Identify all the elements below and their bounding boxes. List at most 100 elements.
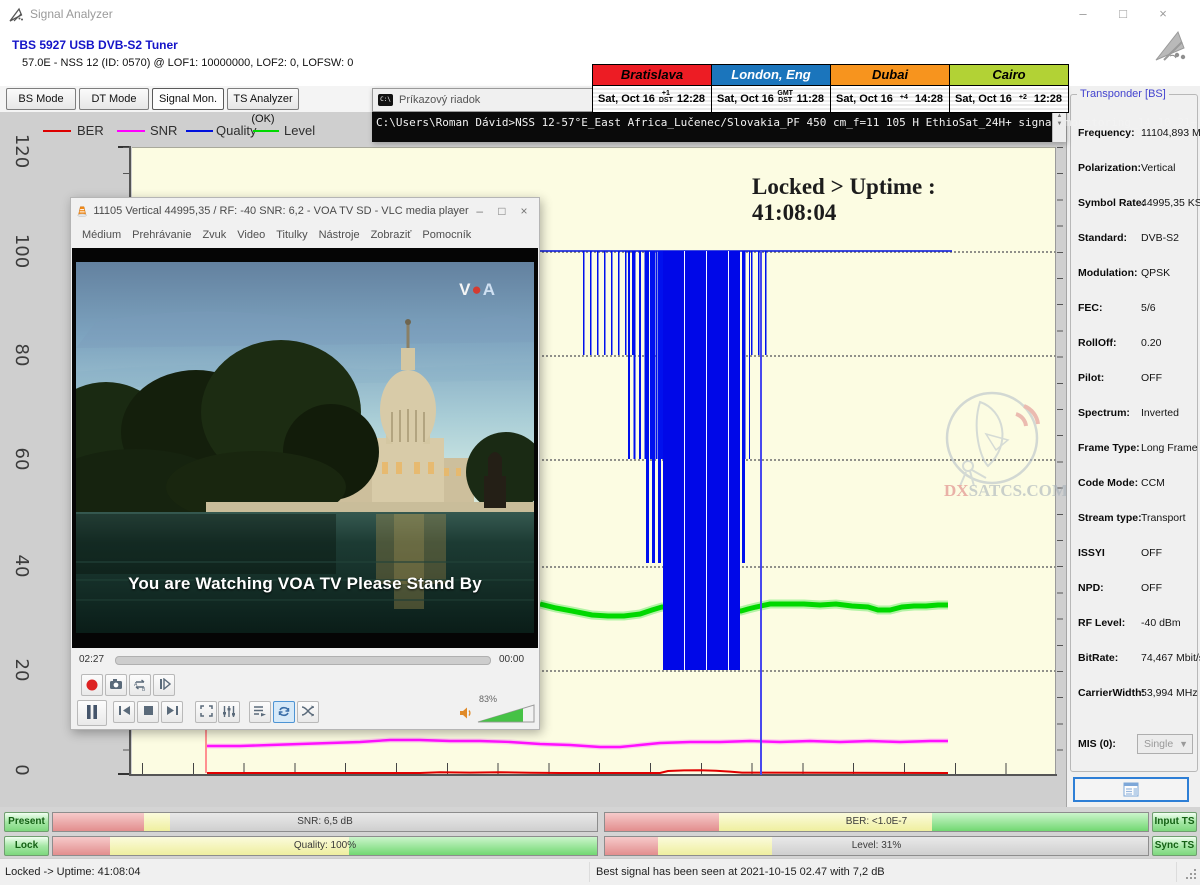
statusbar-best-signal: Best signal has been seen at 2021-10-15 … bbox=[596, 866, 885, 878]
tuner-title: TBS 5927 USB DVB-S2 Tuner bbox=[12, 38, 178, 52]
vlc-elapsed-time: 02:27 bbox=[79, 654, 104, 665]
legend-swatch-snr bbox=[117, 130, 145, 132]
frame-by-frame-button[interactable] bbox=[153, 674, 175, 696]
legend-label-ber: BER bbox=[77, 123, 104, 138]
lock-indicator: Lock bbox=[4, 836, 49, 856]
row-label: Pilot: bbox=[1078, 372, 1104, 384]
equalizer-button[interactable] bbox=[218, 701, 240, 723]
vlc-seek-row: 02:27 00:00 bbox=[71, 650, 539, 670]
vlc-window: 11105 Vertical 44995,35 / RF: -40 SNR: 6… bbox=[70, 197, 540, 730]
mis-dropdown[interactable]: Single ▼ bbox=[1137, 734, 1193, 754]
row-value: Vertical bbox=[1141, 162, 1175, 174]
dt-mode-button[interactable]: DT Mode bbox=[79, 88, 149, 110]
row-value: -40 dBm bbox=[1141, 617, 1181, 629]
menu-tools[interactable]: Nástroje bbox=[319, 229, 360, 241]
transponder-groupbox: Transponder [BS] Frequency:11104,893 MHz… bbox=[1070, 94, 1198, 772]
vlc-minimize-button[interactable]: – bbox=[469, 204, 491, 218]
row-label: RollOff: bbox=[1078, 337, 1117, 349]
window-title: Signal Analyzer bbox=[30, 7, 113, 21]
signal-analyzer-window: Signal Analyzer – □ × TBS 5927 USB DVB-S… bbox=[0, 0, 1200, 885]
scroll-down-icon[interactable]: ▼ bbox=[1057, 121, 1063, 127]
row-label: CarrierWidth: bbox=[1078, 687, 1145, 699]
ts-record-button[interactable] bbox=[1073, 777, 1189, 802]
scroll-up-icon[interactable]: ▲ bbox=[1057, 113, 1063, 119]
present-indicator: Present bbox=[4, 812, 49, 832]
menu-playback[interactable]: Prehrávanie bbox=[132, 229, 191, 241]
signal-status-panel: Present SNR: 6,5 dB BER: <1.0E-7 Input T… bbox=[0, 807, 1200, 858]
next-button[interactable] bbox=[161, 701, 183, 723]
cmd-body: C:\Users\Roman Dávid>NSS 12-57°E_East Af… bbox=[372, 112, 1066, 142]
statusbar-separator bbox=[1176, 862, 1177, 882]
fullscreen-button[interactable] bbox=[195, 701, 217, 723]
clock-date: Sat, Oct 16 bbox=[836, 93, 893, 105]
clock-time: 12:28 bbox=[1034, 93, 1062, 105]
vlc-video-area[interactable]: V●A You are Watching VOA TV Please Stand… bbox=[72, 248, 538, 648]
clock-time: 11:28 bbox=[796, 93, 824, 105]
clock-city: Dubai bbox=[831, 65, 949, 86]
record-button[interactable] bbox=[81, 674, 103, 696]
vlc-maximize-button[interactable]: □ bbox=[491, 204, 513, 218]
bs-mode-button[interactable]: BS Mode bbox=[6, 88, 76, 110]
stop-button[interactable] bbox=[137, 701, 159, 723]
playlist-button[interactable] bbox=[249, 701, 271, 723]
y-label-100: 100 bbox=[11, 231, 31, 271]
y-label-60: 60 bbox=[11, 439, 31, 479]
vlc-seek-slider[interactable] bbox=[115, 656, 491, 665]
menu-video[interactable]: Video bbox=[237, 229, 265, 241]
snapshot-button[interactable] bbox=[105, 674, 127, 696]
vlc-title: 11105 Vertical 44995,35 / RF: -40 SNR: 6… bbox=[93, 205, 468, 217]
row-value: Inverted bbox=[1141, 407, 1179, 419]
loop-button[interactable] bbox=[273, 701, 295, 723]
pause-button[interactable] bbox=[77, 700, 107, 726]
y-label-20: 20 bbox=[11, 650, 31, 690]
cmd-scrollbar[interactable]: ▲ ▼ bbox=[1052, 112, 1066, 142]
menu-audio[interactable]: Zvuk bbox=[202, 229, 226, 241]
clock-city: Cairo bbox=[950, 65, 1068, 86]
clock-london: London, Eng Sat, Oct 16 GMTDST 11:28 bbox=[711, 64, 831, 113]
ber-trace bbox=[207, 770, 948, 773]
minimize-button[interactable]: – bbox=[1066, 4, 1100, 24]
level-bar-text: Level: 31% bbox=[605, 837, 1148, 855]
row-value: QPSK bbox=[1141, 267, 1170, 279]
y-label-120: 120 bbox=[11, 131, 31, 171]
row-value: CCM bbox=[1141, 477, 1165, 489]
row-label: Spectrum: bbox=[1078, 407, 1130, 419]
mis-label: MIS (0): bbox=[1078, 738, 1116, 750]
row-value: OFF bbox=[1141, 547, 1162, 559]
cmd-command-line: C:\Users\Roman Dávid>NSS 12-57°E_East Af… bbox=[376, 116, 1197, 129]
statusbar: Locked -> Uptime: 41:08:04 Best signal h… bbox=[0, 858, 1200, 885]
speaker-icon[interactable] bbox=[459, 706, 473, 720]
statusbar-lock-uptime: Locked -> Uptime: 41:08:04 bbox=[5, 866, 140, 878]
random-button[interactable] bbox=[297, 701, 319, 723]
menu-help[interactable]: Pomocník bbox=[422, 229, 471, 241]
previous-button[interactable] bbox=[113, 701, 135, 723]
voa-logo: V●A bbox=[459, 280, 496, 300]
ts-list-icon bbox=[1123, 782, 1139, 797]
app-icon bbox=[8, 6, 25, 23]
row-label: Code Mode: bbox=[1078, 477, 1138, 489]
chevron-down-icon: ▼ bbox=[1179, 735, 1188, 753]
vlc-titlebar[interactable]: 11105 Vertical 44995,35 / RF: -40 SNR: 6… bbox=[71, 198, 539, 224]
maximize-button[interactable]: □ bbox=[1106, 4, 1140, 24]
ber-bar-text: BER: <1.0E-7 bbox=[605, 813, 1148, 831]
menu-medium[interactable]: Médium bbox=[82, 229, 121, 241]
titlebar[interactable]: Signal Analyzer – □ × bbox=[0, 0, 1200, 28]
close-button[interactable]: × bbox=[1146, 4, 1180, 24]
ab-loop-button[interactable]: AB bbox=[129, 674, 151, 696]
signal-mon-button[interactable]: Signal Mon. bbox=[152, 88, 224, 110]
ts-analyzer-button[interactable]: TS Analyzer (OK) bbox=[227, 88, 299, 110]
legend-label-level: Level bbox=[284, 123, 315, 138]
clock-date: Sat, Oct 16 bbox=[598, 93, 655, 105]
resize-grip[interactable] bbox=[1186, 869, 1197, 880]
locked-uptime-overlay: Locked > Uptime : 41:08:04 bbox=[752, 174, 1012, 226]
vlc-cone-icon bbox=[77, 204, 87, 219]
row-value: 74,467 Mbit/s bbox=[1141, 652, 1200, 664]
menu-view[interactable]: Zobraziť bbox=[371, 229, 412, 241]
snr-bar: SNR: 6,5 dB bbox=[52, 812, 598, 832]
volume-slider[interactable] bbox=[477, 704, 535, 723]
legend-label-snr: SNR bbox=[150, 123, 177, 138]
vlc-menubar: Médium Prehrávanie Zvuk Video Titulky Ná… bbox=[71, 224, 539, 246]
vlc-close-button[interactable]: × bbox=[513, 204, 535, 218]
menu-subtitles[interactable]: Titulky bbox=[276, 229, 307, 241]
vlc-total-time: 00:00 bbox=[499, 654, 524, 665]
